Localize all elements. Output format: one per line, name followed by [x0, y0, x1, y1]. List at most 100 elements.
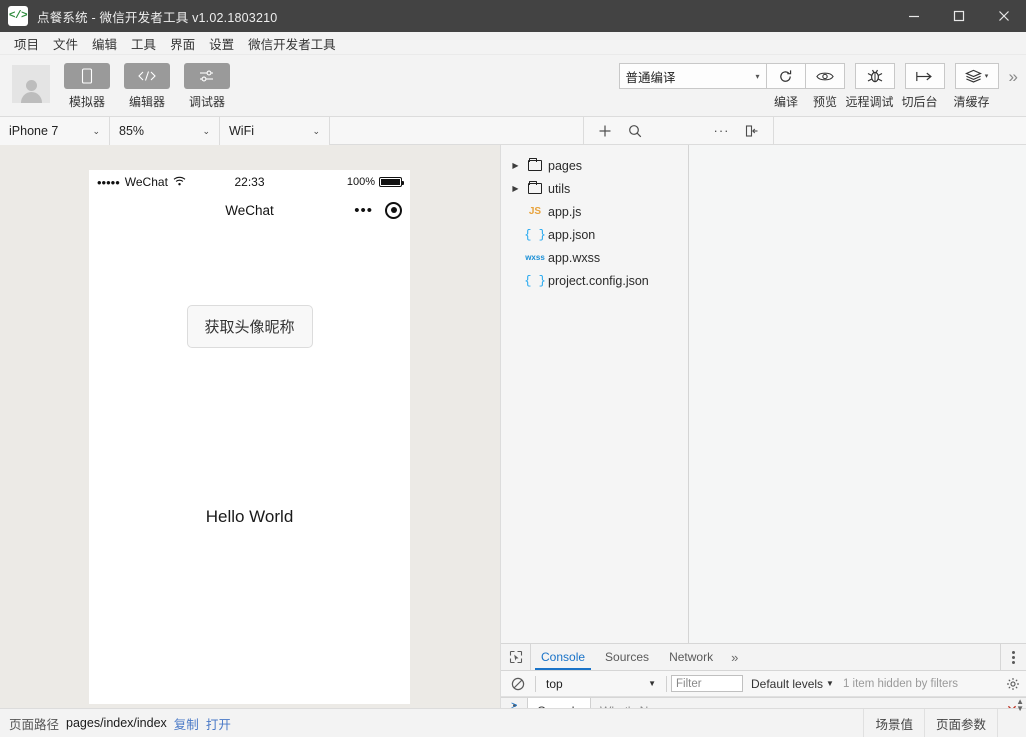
get-userinfo-button[interactable]: 获取头像昵称 — [186, 305, 313, 348]
file-explorer-toolbar: ··· — [583, 117, 774, 144]
right-pane: ▶ pages ▶ utils JS app.js {} app.json w… — [501, 145, 1026, 723]
code-icon — [124, 63, 170, 89]
tree-item-pages[interactable]: ▶ pages — [501, 154, 688, 177]
page-params-button[interactable]: 页面参数 — [925, 709, 998, 737]
user-avatar[interactable] — [12, 65, 50, 103]
devtools-tab-bar: Console Sources Network » — [501, 644, 1026, 671]
more-icon[interactable]: ··· — [707, 118, 737, 144]
remote-debug-button[interactable] — [854, 63, 895, 89]
preview-button-wrap: 预览 — [804, 63, 845, 110]
chevron-down-icon: ⌄ — [92, 125, 100, 136]
simulator-toggle-button[interactable]: 模拟器 — [64, 63, 110, 110]
compile-mode-select[interactable]: 普通编译 ▾ — [618, 63, 767, 89]
view-toggle-group: 模拟器 编辑器 调试器 — [64, 55, 230, 110]
file-tree: ▶ pages ▶ utils JS app.js {} app.json w… — [501, 145, 689, 643]
zoom-level-select[interactable]: 85% ⌄ — [110, 117, 220, 145]
compile-button[interactable] — [765, 63, 806, 89]
chevron-right-icon[interactable]: ▶ — [509, 161, 522, 170]
remote-debug-label: 远程调试 — [845, 95, 894, 109]
console-filter-bar: top ▼ Filter Default levels ▼ 1 item hid… — [501, 671, 1026, 697]
app-logo-icon: </> — [8, 6, 28, 26]
minimize-icon[interactable] — [891, 0, 936, 32]
maximize-icon[interactable] — [936, 0, 981, 32]
eye-icon — [815, 72, 834, 80]
wxss-file-icon: wxss — [525, 253, 545, 262]
editor-toggle-button[interactable]: 编辑器 — [124, 63, 170, 110]
menu-item-settings[interactable]: 设置 — [202, 32, 241, 55]
menu-item-edit[interactable]: 编辑 — [85, 32, 124, 55]
console-prompt-icon: > — [511, 700, 518, 712]
clear-cache-button[interactable]: ▾ — [954, 63, 999, 89]
battery-icon — [379, 177, 404, 187]
scene-value-button[interactable]: 场景值 — [864, 709, 925, 737]
folder-icon — [522, 180, 548, 194]
toolbar-overflow-icon[interactable]: » — [1009, 67, 1018, 87]
gear-icon[interactable] — [1000, 677, 1026, 691]
inspect-element-icon[interactable] — [501, 644, 531, 670]
console-context-select[interactable]: top ▼ — [540, 677, 662, 691]
add-file-icon[interactable] — [590, 118, 620, 144]
network-type-value: WiFi — [229, 124, 254, 138]
tree-item-app-wxss[interactable]: wxss app.wxss — [501, 246, 688, 269]
tree-item-app-js[interactable]: JS app.js — [501, 200, 688, 223]
menu-item-project[interactable]: 项目 — [7, 32, 46, 55]
tree-item-project-config[interactable]: { } project.config.json — [501, 269, 688, 292]
window-controls — [891, 0, 1026, 32]
debugger-toggle-label: 调试器 — [188, 95, 225, 109]
console-scroll-arrows[interactable]: ▲ ▼ — [1016, 698, 1024, 713]
editor-row: ▶ pages ▶ utils JS app.js {} app.json w… — [501, 145, 1026, 643]
avatar-placeholder-icon — [20, 80, 42, 103]
open-path-link[interactable]: 打开 — [206, 714, 231, 733]
battery-percent: 100% — [346, 176, 375, 188]
target-icon[interactable] — [385, 201, 402, 219]
devtools-tabs-overflow-icon[interactable]: » — [723, 644, 746, 670]
battery-indicator: 100% — [346, 176, 404, 188]
bug-icon — [867, 69, 882, 82]
debugger-toggle-button[interactable]: 调试器 — [184, 63, 230, 110]
chevron-right-icon[interactable]: ▶ — [509, 184, 522, 193]
sliders-icon — [184, 63, 230, 89]
editor-area[interactable] — [689, 145, 1026, 643]
tree-item-utils[interactable]: ▶ utils — [501, 177, 688, 200]
chevron-down-icon: ⌄ — [312, 125, 320, 136]
menu-bar: 项目 文件 编辑 工具 界面 设置 微信开发者工具 — [0, 32, 1026, 55]
background-button-wrap: 切后台 — [895, 63, 945, 110]
wechat-capsule: ••• — [354, 201, 402, 219]
clear-console-icon[interactable] — [505, 677, 531, 691]
close-icon[interactable] — [981, 0, 1026, 32]
tab-network[interactable]: Network — [659, 644, 723, 670]
copy-path-link[interactable]: 复制 — [174, 714, 199, 733]
menu-item-tools[interactable]: 工具 — [124, 32, 163, 55]
search-icon[interactable] — [620, 118, 650, 144]
preview-button[interactable] — [804, 63, 845, 89]
app-window: </> 点餐系统 - 微信开发者工具 v1.02.1803210 项目 文件 编… — [0, 0, 1026, 737]
tree-item-app-json[interactable]: { } app.json — [501, 223, 688, 246]
chevron-down-icon: ⌄ — [202, 125, 210, 136]
tab-console[interactable]: Console — [531, 644, 595, 670]
capsule-menu-icon[interactable]: ••• — [354, 203, 373, 218]
menu-item-devtools[interactable]: 微信开发者工具 — [241, 32, 343, 55]
folder-icon — [522, 157, 548, 171]
tree-item-label: project.config.json — [548, 273, 649, 288]
chevron-down-icon: ▼ — [648, 679, 656, 688]
chevron-down-icon: ▾ — [984, 73, 989, 80]
menu-item-file[interactable]: 文件 — [46, 32, 85, 55]
network-type-select[interactable]: WiFi ⌄ — [220, 117, 330, 145]
device-model-select[interactable]: iPhone 7 ⌄ — [0, 117, 110, 145]
log-levels-select[interactable]: Default levels ▼ — [751, 677, 834, 691]
window-title: 点餐系统 - 微信开发者工具 v1.02.1803210 — [37, 10, 278, 25]
json-file-icon: { } — [524, 273, 546, 288]
devtools-panel: Console Sources Network » top ▼ Filter D… — [501, 643, 1026, 723]
console-filter-input[interactable]: Filter — [671, 675, 743, 692]
devtools-more-options-icon[interactable] — [1000, 644, 1026, 670]
switch-background-button[interactable] — [904, 63, 945, 89]
compile-mode-wrap: 普通编译 ▾ — [618, 63, 767, 89]
tree-item-label: app.wxss — [548, 250, 601, 265]
tab-sources[interactable]: Sources — [595, 644, 659, 670]
collapse-panel-icon[interactable] — [737, 118, 767, 144]
scroll-down-icon[interactable]: ▼ — [1016, 705, 1024, 713]
menu-item-interface[interactable]: 界面 — [163, 32, 202, 55]
page-path-label: 页面路径 — [9, 717, 60, 732]
compile-button-wrap: 编译 — [765, 63, 806, 110]
hidden-items-note: 1 item hidden by filters — [842, 677, 959, 690]
